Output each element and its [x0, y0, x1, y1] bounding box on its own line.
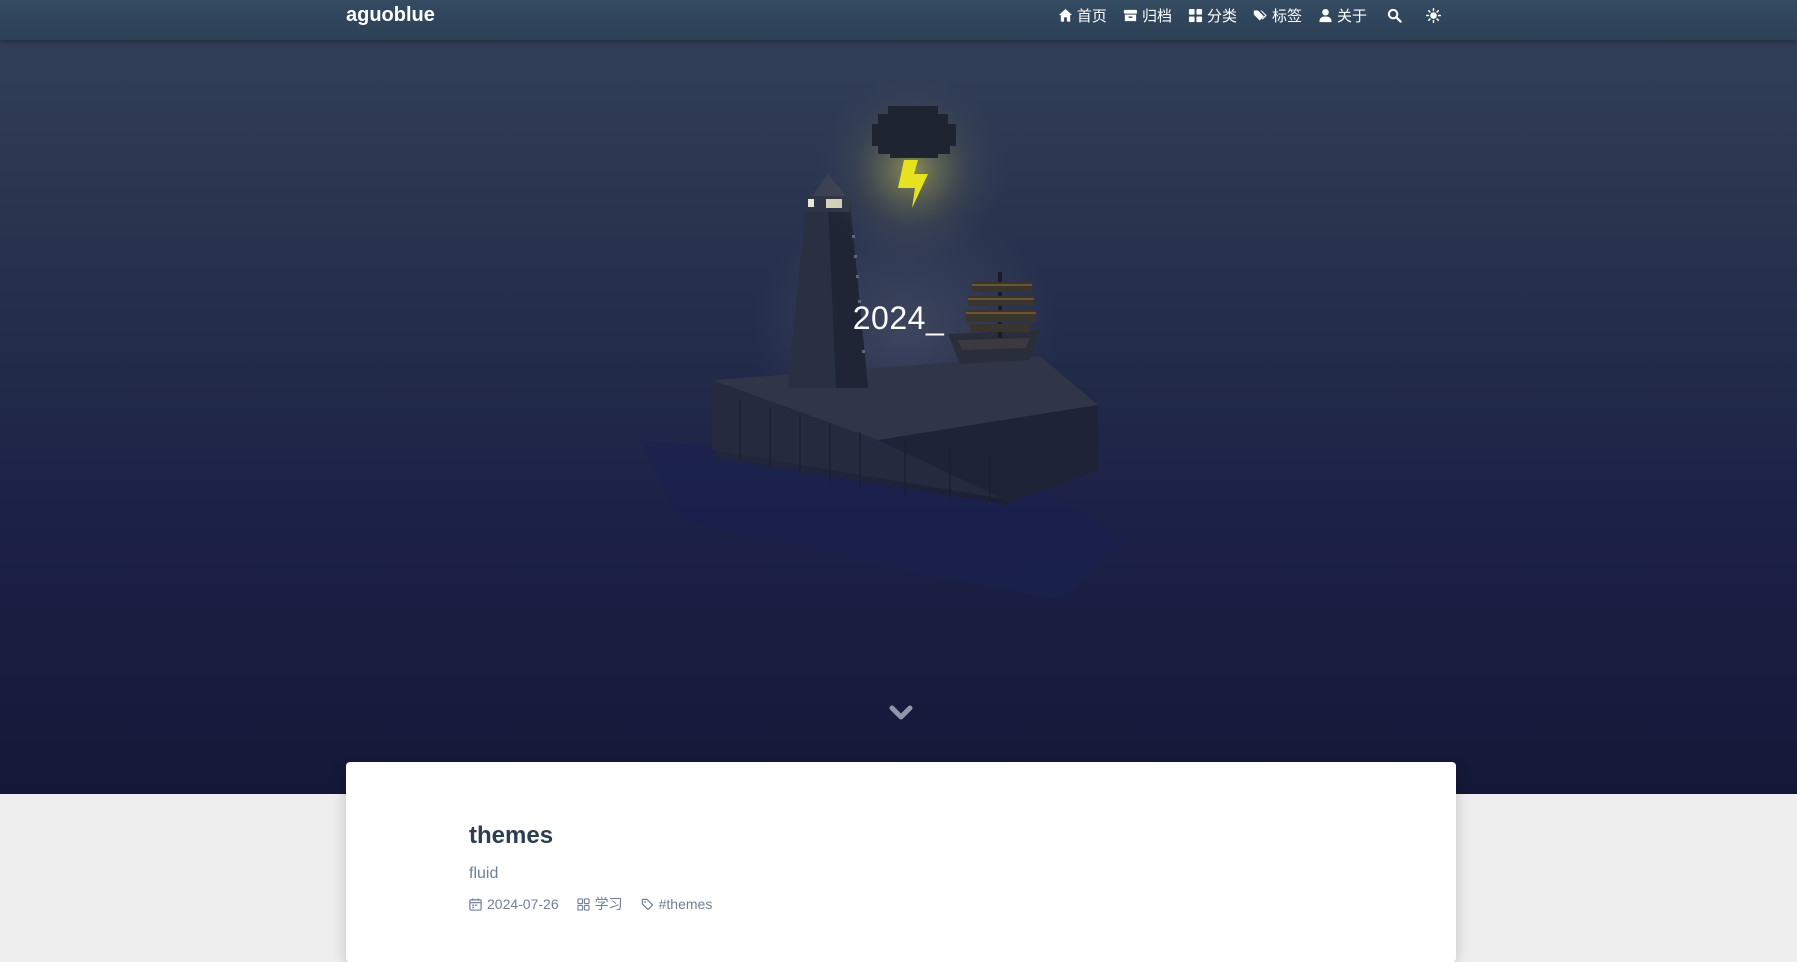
lighthouse-scene-illustration: [640, 75, 1130, 600]
theme-toggle-button[interactable]: [1422, 8, 1445, 23]
nav-item-tags[interactable]: 标签: [1253, 5, 1302, 26]
post-category-link[interactable]: 学习: [576, 894, 623, 914]
post-title-link[interactable]: themes: [469, 822, 553, 850]
nav-item-categories[interactable]: 分类: [1188, 5, 1237, 26]
post-date-text: 2024-07-26: [487, 896, 559, 912]
calendar-icon: [469, 897, 482, 911]
nav-item-home[interactable]: 首页: [1058, 5, 1107, 26]
chevron-down-icon[interactable]: [888, 702, 914, 724]
tags-icon: [1253, 10, 1267, 21]
nav-item-label: 归档: [1141, 8, 1172, 25]
nav-item-label: 分类: [1206, 8, 1237, 25]
search-icon: [1387, 8, 1402, 23]
post-tag-link[interactable]: #themes: [641, 896, 713, 912]
post-excerpt: fluid: [469, 865, 499, 882]
nav-item-label: 首页: [1076, 8, 1107, 25]
post-tag-text: #themes: [658, 896, 713, 912]
nav-item-label: 标签: [1271, 8, 1302, 25]
nav-item-label: 关于: [1336, 8, 1367, 25]
tag-icon: [641, 898, 653, 910]
post-date: 2024-07-26: [469, 896, 559, 912]
category-icon: [1188, 8, 1203, 23]
post-card: themes fluid 2024-07-26 学习 #themes: [346, 762, 1456, 962]
nav-menu: 首页 归档 分类 标签 关于: [1058, 5, 1445, 26]
category-icon: [576, 897, 590, 911]
user-icon: [1319, 8, 1332, 23]
archive-icon: [1123, 9, 1137, 22]
site-brand-link[interactable]: aguoblue: [346, 4, 435, 27]
home-icon: [1058, 8, 1072, 22]
post-meta: 2024-07-26 学习 #themes: [469, 894, 712, 914]
nav-item-archive[interactable]: 归档: [1123, 5, 1172, 26]
sun-icon: [1426, 8, 1441, 23]
search-button[interactable]: [1383, 8, 1406, 23]
post-category-text: 学习: [594, 896, 623, 912]
top-navbar: aguoblue 首页 归档 分类 标签 关于: [0, 0, 1797, 40]
hero-title: 2024_: [852, 300, 945, 336]
hero-banner: 2024_: [0, 0, 1797, 794]
nav-item-about[interactable]: 关于: [1318, 5, 1367, 26]
